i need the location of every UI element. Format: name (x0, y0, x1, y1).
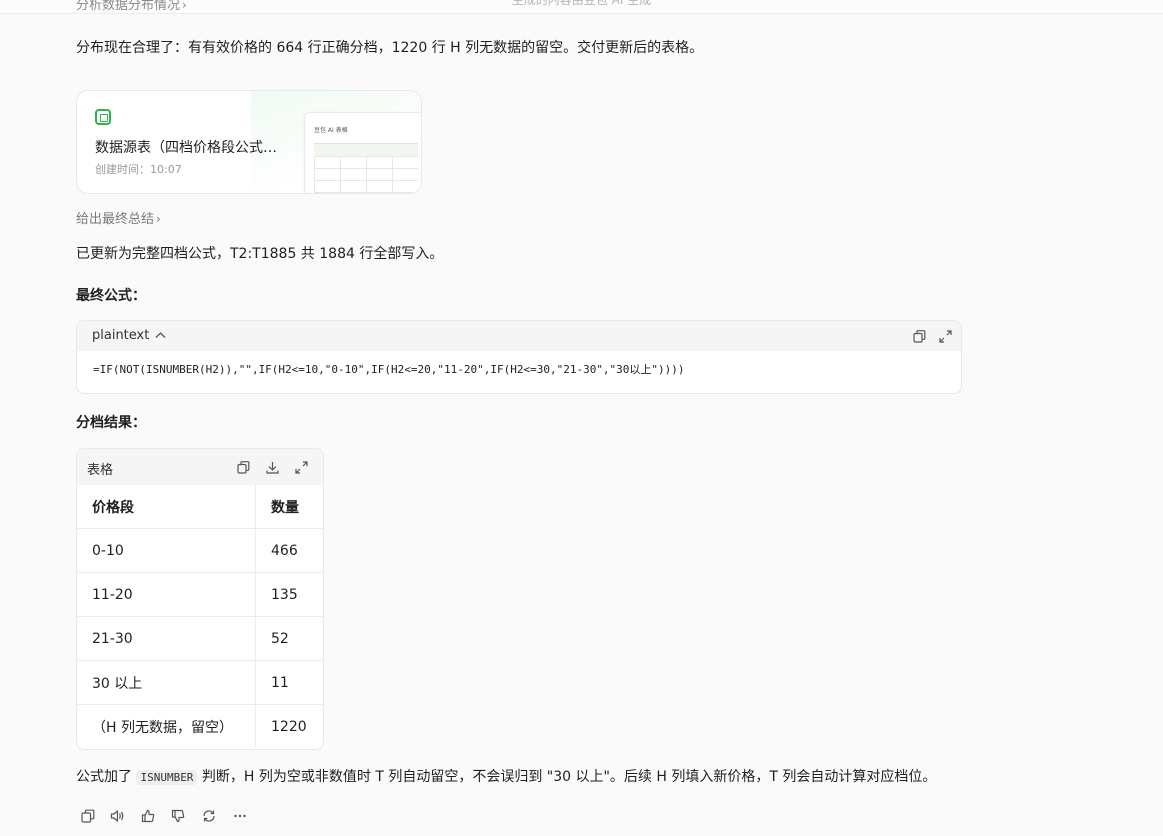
copy-code-button[interactable] (912, 329, 926, 343)
regenerate-button[interactable] (201, 808, 217, 824)
prev-step-label: 分析数据分布情况 (76, 0, 181, 13)
download-icon (265, 461, 279, 474)
column-header: 价格段 (77, 485, 256, 529)
doc-created-time: 创建时间：10:07 (95, 163, 182, 176)
column-header: 数量 (255, 485, 323, 529)
copy-icon (81, 809, 95, 823)
table-cell: 11-20 (77, 572, 256, 617)
spreadsheet-icon (95, 109, 111, 125)
inline-code: ISNUMBER (136, 770, 198, 785)
table-cell: 21-30 (77, 616, 256, 661)
doc-name: 数据源表（四档价格段公式已更新） (95, 140, 290, 156)
expand-icon (294, 460, 308, 474)
code-lang-toggle[interactable]: plaintext (92, 328, 166, 343)
thumbs-down-icon (171, 809, 185, 823)
expand-icon (938, 329, 952, 343)
download-table-button[interactable] (265, 460, 279, 474)
formula-heading: 最终公式： (76, 288, 146, 304)
summary-step-link[interactable]: 给出最终总结 › (76, 208, 161, 227)
speaker-icon (110, 810, 123, 822)
chevron-right-icon: › (156, 212, 161, 226)
footer-text-before: 公式加了 (76, 769, 137, 785)
prev-step-link[interactable]: 分析数据分布情况 › (76, 0, 187, 13)
doc-card[interactable]: 数据源表（四档价格段公式已更新） 创建时间：10:07 豆包 AI 表格 (76, 90, 422, 194)
table-row: 0-10 466 (77, 528, 323, 573)
read-aloud-button[interactable] (109, 808, 125, 824)
table-title: 表格 (87, 463, 114, 478)
table-row: 11-20 135 (77, 572, 323, 617)
table-row: 30 以上 11 (77, 660, 323, 705)
copy-table-button[interactable] (236, 460, 250, 474)
more-button[interactable] (232, 808, 248, 824)
dislike-button[interactable] (170, 808, 186, 824)
table-cell: 0-10 (77, 528, 256, 573)
thumb-title: 豆包 AI 表格 (314, 127, 348, 134)
code-lang-label: plaintext (92, 328, 150, 343)
summary-step-label: 给出最终总结 (76, 212, 155, 227)
doc-thumbnail: 豆包 AI 表格 (304, 112, 421, 193)
thumbs-up-icon (141, 809, 155, 823)
expand-code-button[interactable] (938, 329, 952, 343)
footer-text: 公式加了 ISNUMBER 判断，H 列为空或非数值时 T 列自动留空，不会误归… (76, 767, 936, 788)
copy-icon (236, 460, 249, 474)
footer-text-after: 判断，H 列为空或非数值时 T 列自动留空，不会误归到 "30 以上"。后续 H… (197, 769, 937, 785)
code-header: plaintext (77, 321, 961, 351)
chevron-up-icon (156, 332, 166, 338)
table-cell: 11 (255, 660, 323, 705)
table-row: （H 列无数据，留空） 1220 (77, 704, 323, 748)
table-header-row: 价格段 数量 (77, 485, 323, 529)
table-card: 表格 价格段 数量 0-10 466 11-20 135 21-30 52 30… (76, 448, 324, 750)
result-heading: 分档结果： (76, 415, 146, 431)
code-text[interactable]: =IF(NOT(ISNUMBER(H2)),"",IF(H2<=10,"0-10… (93, 361, 685, 377)
more-icon (234, 814, 246, 818)
table-cell: 30 以上 (77, 660, 256, 705)
like-button[interactable] (140, 808, 156, 824)
code-block: plaintext =IF(NOT(ISNUMBER(H2)),"",IF(H2… (76, 320, 962, 394)
copy-icon (912, 329, 925, 343)
update-text: 已更新为完整四档公式，T2:T1885 共 1884 行全部写入。 (76, 246, 444, 262)
refresh-icon (203, 810, 215, 822)
table-cell: 52 (255, 616, 323, 661)
table-cell: 135 (255, 572, 323, 617)
intro-text: 分布现在合理了：有有效价格的 664 行正确分档，1220 行 H 列无数据的留… (76, 40, 704, 56)
price-range-table: 价格段 数量 0-10 466 11-20 135 21-30 52 30 以上… (77, 485, 323, 748)
table-cell: 466 (255, 528, 323, 573)
table-cell: （H 列无数据，留空） (77, 704, 256, 748)
table-header-bar: 表格 (77, 449, 323, 485)
thumb-grid (314, 143, 418, 193)
table-row: 21-30 52 (77, 616, 323, 661)
chevron-right-icon: › (182, 0, 187, 12)
table-cell: 1220 (271, 718, 307, 735)
copy-message-button[interactable] (80, 808, 96, 824)
expand-table-button[interactable] (294, 460, 308, 474)
